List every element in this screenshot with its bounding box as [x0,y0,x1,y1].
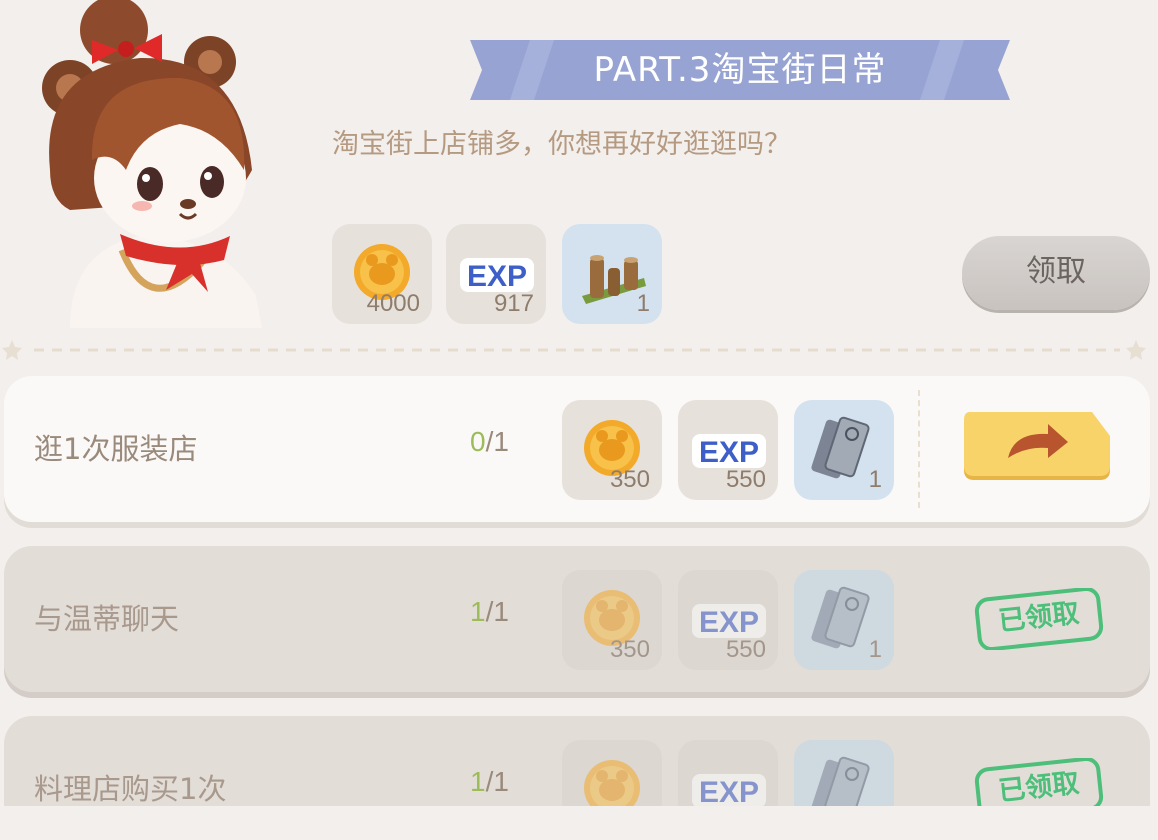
reward-amount: 350 [609,466,650,493]
svg-text:EXP: EXP [699,776,759,809]
reward-coin[interactable]: 4000 [332,224,432,324]
progress-current: 1 [470,596,486,627]
svg-text:EXP: EXP [699,436,759,469]
daily-task-panel: PART.3淘宝街日常 淘宝街上店铺多，你想再好好逛逛吗？ 4000 EXP 9… [0,0,1158,840]
part-title-banner: PART.3淘宝街日常 [470,40,1010,100]
task-progress: 1/1 [470,596,509,628]
svg-text:EXP: EXP [467,260,527,293]
task-name: 与温蒂聊天 [34,602,180,636]
reward-amount: 4000 [366,290,420,317]
claimed-stamp: 已领取 [972,586,1106,652]
task-row: 逛1次服装店 0/1 350 EXP 550 1 [4,376,1150,522]
claim-button[interactable]: 领取 [962,236,1150,310]
reward-amount: 1 [868,636,882,663]
reward-amount: 350 [609,636,650,663]
reward-exp[interactable]: EXP 917 [446,224,546,324]
task-name: 料理店购买1次 [34,772,227,806]
section-divider [2,340,1146,360]
progress-total: /1 [485,596,509,627]
svg-text:EXP: EXP [699,606,759,639]
part-title: PART.3淘宝街日常 [593,50,887,90]
task-row: 与温蒂聊天 1/1 350 EXP 550 1 已领取 [4,546,1150,692]
reward-amount: 1 [636,290,650,317]
part-description: 淘宝街上店铺多，你想再好好逛逛吗？ [332,129,791,160]
reward-ticket[interactable]: 1 [794,400,894,500]
reward-ticket[interactable]: 1 [794,570,894,670]
list-bottom-fade [0,806,1158,840]
reward-coin[interactable]: 350 [562,400,662,500]
reward-exp[interactable]: EXP 550 [678,570,778,670]
reward-amount: 550 [725,636,766,663]
reward-amount: 1 [868,466,882,493]
reward-item[interactable]: 1 [562,224,662,324]
go-button[interactable] [960,410,1114,484]
progress-total: /1 [485,426,509,457]
task-name: 逛1次服装店 [34,432,198,466]
task-progress: 0/1 [470,426,509,458]
reward-amount: 550 [725,466,766,493]
progress-total: /1 [485,766,509,797]
row-separator [918,390,920,508]
reward-amount: 917 [493,290,534,317]
progress-current: 0 [470,426,486,457]
task-progress: 1/1 [470,766,509,798]
reward-coin[interactable]: 350 [562,570,662,670]
reward-exp[interactable]: EXP 550 [678,400,778,500]
bear-girl-avatar [42,0,262,328]
progress-current: 1 [470,766,486,797]
